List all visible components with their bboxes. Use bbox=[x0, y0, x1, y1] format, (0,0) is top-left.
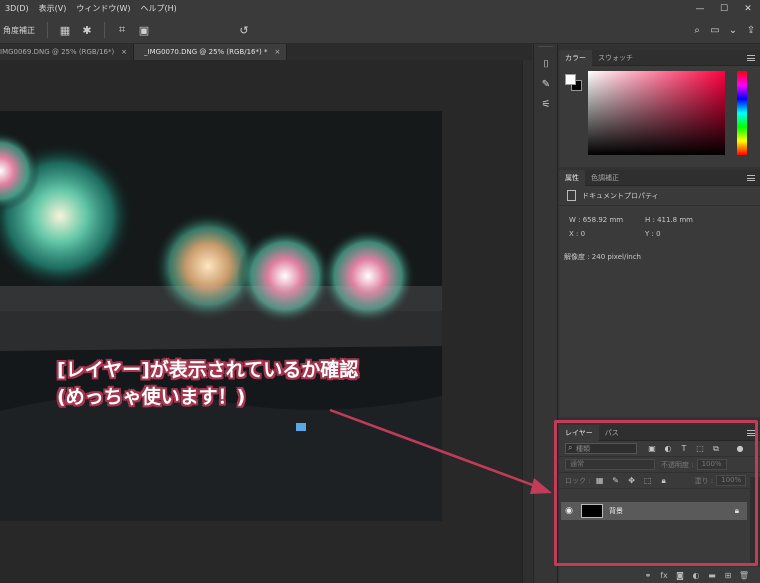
resolution-value: 解像度 : 240 pixel/inch bbox=[564, 253, 641, 261]
divider bbox=[47, 22, 48, 38]
tab-adjustments[interactable]: 色調補正 bbox=[585, 170, 625, 186]
height-value[interactable]: H : 411.8 mm bbox=[645, 216, 693, 224]
document-tabbar: IMG0069.DNG @ 25% (RGB/16*) × _IMG0070.D… bbox=[0, 44, 532, 60]
color-picker-field[interactable] bbox=[588, 71, 725, 155]
layers-highlight-box bbox=[554, 420, 758, 566]
foreground-color-swatch[interactable] bbox=[565, 74, 576, 85]
document-icon bbox=[567, 190, 576, 201]
tab-img0069[interactable]: IMG0069.DNG @ 25% (RGB/16*) × bbox=[0, 44, 135, 60]
close-icon[interactable]: × bbox=[274, 48, 280, 56]
minimize-button[interactable]: — bbox=[688, 0, 712, 17]
brush-icon[interactable]: ✎ bbox=[534, 74, 558, 94]
history-icon[interactable]: ⌷ bbox=[534, 54, 558, 74]
maximize-button[interactable]: ☐ bbox=[712, 0, 736, 17]
tab-title: IMG0069.DNG @ 25% (RGB/16*) bbox=[0, 48, 115, 56]
close-button[interactable]: ✕ bbox=[736, 0, 760, 17]
annotation-callout: [レイヤー]が表示されているか確認 (めっちゃ使います！) bbox=[57, 357, 477, 411]
reset-icon[interactable]: ↺ bbox=[233, 20, 255, 40]
layers-bottom-bar: ⚭ fx ◙ ◐ ▬ ⊞ 🗑︎ bbox=[559, 567, 760, 583]
canvas-scrollbar[interactable] bbox=[522, 60, 532, 583]
new-layer-icon[interactable]: ⊞ bbox=[720, 571, 736, 580]
grid-icon[interactable]: ▦ bbox=[54, 20, 76, 40]
menu-bar: 3D(D) 表示(V) ウィンドウ(W) ヘルプ(H) — ☐ ✕ bbox=[0, 0, 760, 17]
chevron-down-icon[interactable]: ⌄ bbox=[724, 21, 742, 41]
adjust-sliders-icon[interactable]: ⚟ bbox=[534, 94, 558, 114]
annotation-line-2: (めっちゃ使います！) bbox=[57, 386, 246, 408]
mask-icon[interactable]: ◙ bbox=[672, 571, 688, 580]
straighten-label[interactable]: 角度補正 bbox=[0, 25, 41, 36]
options-right-icons: ⌕ ▭ ⌄ ⇪ bbox=[688, 17, 760, 44]
fireworks-photo bbox=[0, 111, 442, 521]
document-properties-title: ドキュメントプロパティ bbox=[582, 191, 659, 200]
panel-menu-icon[interactable] bbox=[747, 175, 755, 181]
close-icon[interactable]: × bbox=[121, 48, 127, 56]
tab-img0070[interactable]: _IMG0070.DNG @ 25% (RGB/16*) * × bbox=[134, 44, 288, 60]
options-bar: 角度補正 ▦ ✱ ⌗ ▣ ↺ ⌕ ▭ ⌄ ⇪ bbox=[0, 17, 760, 44]
adjustment-layer-icon[interactable]: ◐ bbox=[688, 571, 704, 580]
crop-icon[interactable]: ⌗ bbox=[111, 20, 133, 40]
menu-help[interactable]: ヘルプ(H) bbox=[136, 3, 182, 14]
tab-title: _IMG0070.DNG @ 25% (RGB/16*) * bbox=[144, 48, 268, 56]
y-value[interactable]: Y : 0 bbox=[645, 230, 661, 238]
fireworks-image bbox=[0, 111, 442, 521]
tab-properties[interactable]: 属性 bbox=[559, 170, 585, 186]
fx-icon[interactable]: fx bbox=[656, 571, 672, 580]
x-value[interactable]: X : 0 bbox=[569, 230, 585, 238]
trash-icon[interactable]: 🗑︎ bbox=[736, 571, 752, 580]
color-panel-tabs: カラー スウォッチ bbox=[559, 50, 760, 66]
menu-window[interactable]: ウィンドウ(W) bbox=[71, 3, 135, 14]
folder-icon[interactable]: ▬ bbox=[704, 571, 720, 580]
panel-menu-icon[interactable] bbox=[747, 55, 755, 61]
search-icon[interactable]: ⌕ bbox=[688, 21, 706, 41]
tab-swatches[interactable]: スウォッチ bbox=[592, 50, 639, 66]
divider bbox=[104, 22, 105, 38]
document-properties-header: ドキュメントプロパティ bbox=[559, 186, 760, 206]
content-aware-icon[interactable]: ▣ bbox=[133, 20, 155, 40]
width-value[interactable]: W : 658.92 mm bbox=[569, 216, 623, 224]
properties-panel-tabs: 属性 色調補正 bbox=[559, 170, 760, 186]
menu-3d[interactable]: 3D(D) bbox=[0, 4, 34, 13]
window-controls: — ☐ ✕ bbox=[688, 0, 760, 17]
tab-color[interactable]: カラー bbox=[559, 50, 592, 66]
workspace-icon[interactable]: ▭ bbox=[706, 21, 724, 41]
share-icon[interactable]: ⇪ bbox=[742, 21, 760, 41]
properties-panel: 属性 色調補正 ドキュメントプロパティ W : 658.92 mm H : 41… bbox=[559, 170, 760, 417]
gear-icon[interactable]: ✱ bbox=[76, 20, 98, 40]
color-panel: カラー スウォッチ bbox=[559, 50, 760, 167]
hue-slider[interactable] bbox=[737, 71, 747, 155]
menu-view[interactable]: 表示(V) bbox=[34, 3, 72, 14]
dock-grip[interactable] bbox=[538, 46, 553, 54]
link-icon[interactable]: ⚭ bbox=[640, 571, 656, 580]
annotation-line-1: [レイヤー]が表示されているか確認 bbox=[57, 359, 359, 381]
